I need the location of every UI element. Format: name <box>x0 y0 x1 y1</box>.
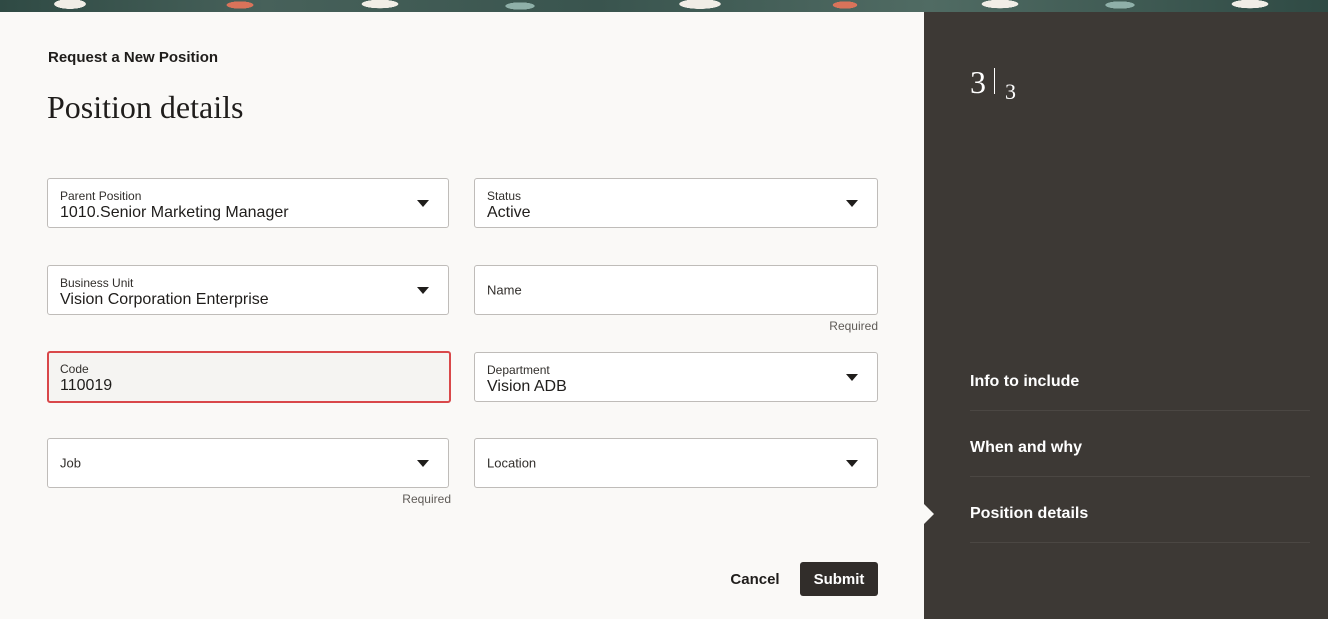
business-unit-value: Vision Corporation Enterprise <box>60 291 269 308</box>
submit-button[interactable]: Submit <box>800 562 878 596</box>
sidebar-step-info-to-include[interactable]: Info to include <box>970 373 1310 439</box>
step-label: Position details <box>970 505 1089 522</box>
chevron-down-icon[interactable] <box>417 287 429 294</box>
sidebar-step-position-details[interactable]: Position details <box>970 505 1310 571</box>
chevron-down-icon[interactable] <box>417 460 429 467</box>
cancel-button[interactable]: Cancel <box>726 562 784 596</box>
code-input[interactable]: Code 110019 <box>47 351 451 403</box>
location-select[interactable]: Location <box>474 438 878 488</box>
page-title: Position details <box>47 89 244 125</box>
divider <box>970 476 1310 477</box>
department-label: Department <box>487 363 550 377</box>
breadcrumb: Request a New Position <box>48 49 219 66</box>
header-banner <box>0 0 1328 12</box>
position-form: Parent Position 1010.Senior Marketing Ma… <box>0 150 924 520</box>
location-label: Location <box>487 455 537 471</box>
status-select[interactable]: Status Active <box>474 178 878 228</box>
business-unit-select[interactable]: Business Unit Vision Corporation Enterpr… <box>47 265 449 315</box>
sidebar-step-when-and-why[interactable]: When and why <box>970 439 1310 505</box>
step-divider <box>994 68 995 94</box>
step-current: 3 <box>970 64 986 100</box>
current-step-pointer-icon <box>924 504 934 524</box>
status-value: Active <box>487 204 531 221</box>
chevron-down-icon[interactable] <box>846 374 858 381</box>
department-select[interactable]: Department Vision ADB <box>474 352 878 402</box>
status-label: Status <box>487 189 522 203</box>
department-value: Vision ADB <box>487 378 567 395</box>
business-unit-label: Business Unit <box>60 276 134 290</box>
parent-position-label: Parent Position <box>60 189 142 203</box>
job-required-hint: Required <box>402 492 451 506</box>
name-label: Name <box>487 282 522 298</box>
code-value[interactable]: 110019 <box>60 377 112 395</box>
name-input[interactable]: Name <box>474 265 878 315</box>
parent-position-select[interactable]: Parent Position 1010.Senior Marketing Ma… <box>47 178 449 228</box>
code-label: Code <box>60 362 89 376</box>
chevron-down-icon[interactable] <box>417 200 429 207</box>
chevron-down-icon[interactable] <box>846 200 858 207</box>
divider <box>970 410 1310 411</box>
name-required-hint: Required <box>829 319 878 333</box>
job-select[interactable]: Job <box>47 438 449 488</box>
chevron-down-icon[interactable] <box>846 460 858 467</box>
job-label: Job <box>60 455 81 471</box>
divider <box>970 542 1310 543</box>
step-label: Info to include <box>970 373 1080 390</box>
step-label: When and why <box>970 439 1082 456</box>
parent-position-value: 1010.Senior Marketing Manager <box>60 204 289 221</box>
step-total: 3 <box>1005 79 1016 104</box>
